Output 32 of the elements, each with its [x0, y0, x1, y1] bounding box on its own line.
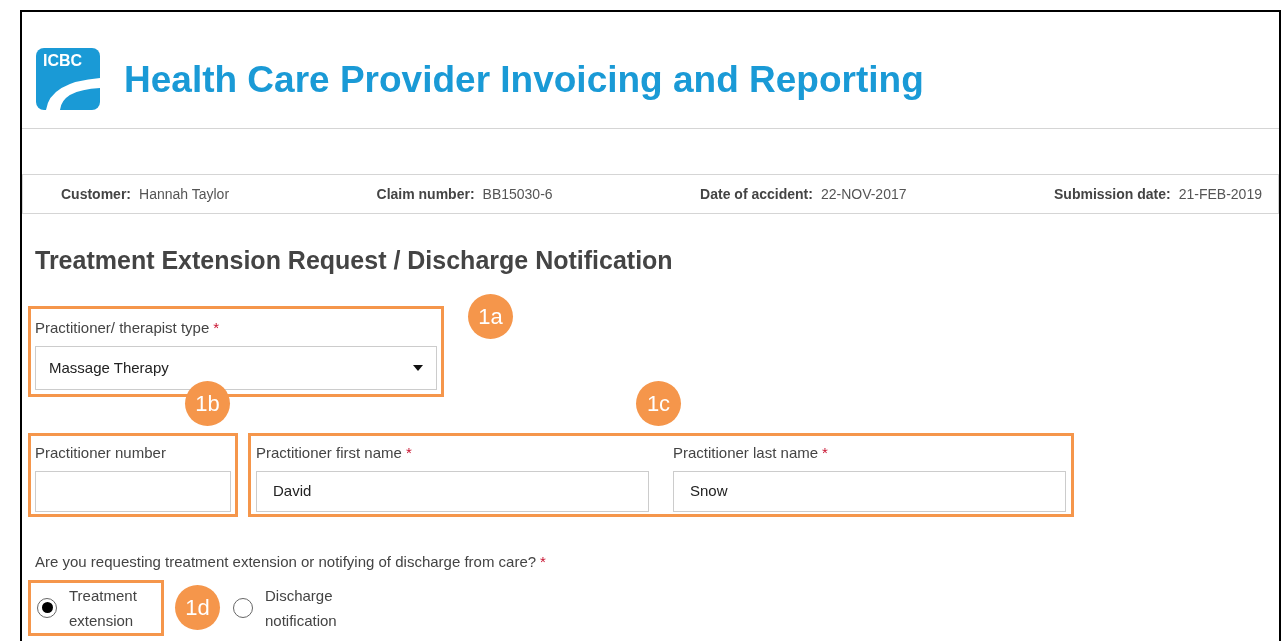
callout-badge: 1c	[636, 381, 681, 426]
callout-badge: 1a	[468, 294, 513, 339]
required-asterisk: *	[822, 443, 828, 463]
field-label: Practitioner first name	[256, 443, 402, 463]
logo-icon	[36, 48, 100, 110]
radio-label: Discharge notification	[265, 585, 338, 631]
required-asterisk: *	[540, 552, 546, 572]
info-label: Submission date:	[1054, 184, 1171, 204]
logo-text: ICBC	[43, 51, 83, 71]
callout-badge: 1d	[175, 585, 220, 630]
required-asterisk: *	[405, 443, 412, 463]
therapist-type-select[interactable]: Massage Therapy	[35, 346, 437, 390]
field-label: Practitioner number	[35, 443, 166, 463]
question-text: Are you requesting treatment extension or notifying of discharge from care?	[35, 552, 537, 572]
info-value: 21-FEB-2019	[1178, 184, 1262, 204]
form-heading: Treatment Extension Request / Discharge Notification	[35, 245, 674, 276]
info-value: Hannah Taylor	[139, 184, 230, 204]
caret-icon	[413, 365, 423, 371]
info-value: BB15030-6	[482, 184, 553, 204]
practitioner-number-field[interactable]	[35, 471, 231, 512]
app-title: Health Care Provider Invoicing and Reporting	[124, 60, 924, 98]
name-field[interactable]: David	[256, 471, 649, 512]
info-label: Date of accident:	[700, 184, 813, 204]
info-label: Claim number:	[376, 184, 475, 204]
info-value: 22-NOV-2017	[820, 184, 907, 204]
field-label: Practitioner last name	[673, 443, 819, 463]
radio-label: Treatment extension	[69, 585, 138, 631]
field-label: Practitioner/ therapist type	[35, 318, 210, 338]
info-label: Customer:	[61, 184, 131, 204]
name-field[interactable]: Snow	[673, 471, 1066, 512]
required-asterisk: *	[213, 318, 220, 338]
callout-badge: 1b	[185, 381, 230, 426]
